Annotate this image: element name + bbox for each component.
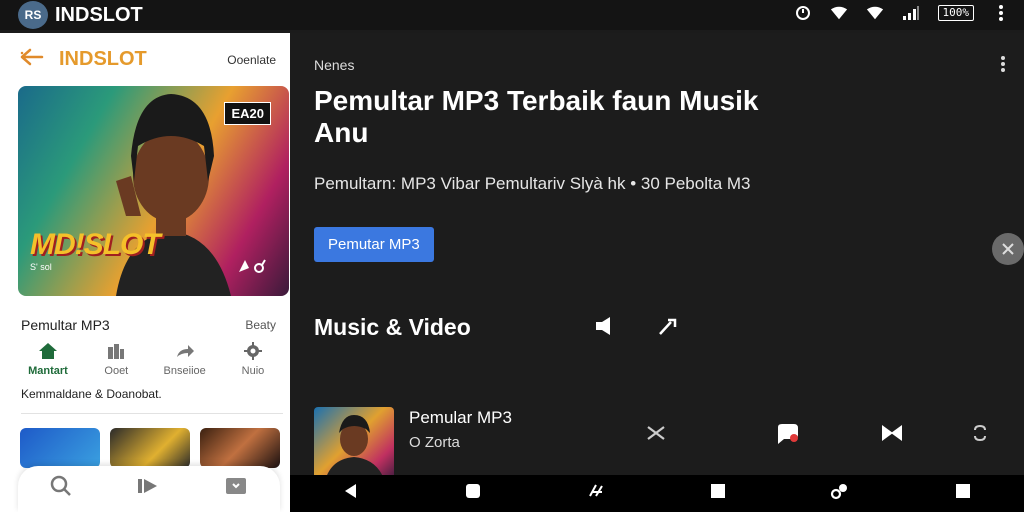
nav-label: Nuio bbox=[241, 365, 265, 377]
section-title: Pemultar MP3 bbox=[21, 317, 110, 333]
app-logo: RS bbox=[18, 1, 48, 29]
left-nav: Mantart Ooet Bnseiioe Nuio bbox=[18, 341, 283, 389]
category-label: Nenes bbox=[314, 57, 355, 73]
thumbnail-row bbox=[20, 428, 282, 468]
assistant-icon[interactable] bbox=[586, 482, 606, 505]
more-vert-icon[interactable] bbox=[1000, 55, 1006, 78]
wifi-icon bbox=[866, 4, 884, 22]
nav-item-share[interactable]: Bnseiioe bbox=[155, 341, 215, 389]
share-arrow-icon bbox=[155, 341, 215, 363]
header-action-link[interactable]: Ooenlate bbox=[227, 53, 276, 67]
gear-icon bbox=[223, 341, 283, 363]
more-vert-icon[interactable] bbox=[992, 4, 1010, 22]
search-icon[interactable] bbox=[50, 475, 72, 503]
volume-icon[interactable] bbox=[594, 316, 616, 342]
now-playing-artwork[interactable] bbox=[314, 407, 394, 485]
left-caption: Kemmaldane & Doanobat. bbox=[21, 387, 162, 401]
close-icon[interactable] bbox=[992, 233, 1024, 265]
share-icon[interactable] bbox=[237, 258, 267, 279]
square-icon[interactable] bbox=[953, 482, 973, 505]
page-description: Pemultarn: MP3 Vibar Pemultariv Slyà hk … bbox=[314, 174, 751, 193]
divider bbox=[21, 413, 283, 414]
signal-icon bbox=[902, 4, 920, 22]
left-bottom-bar bbox=[18, 466, 280, 512]
nav-item-library[interactable]: Ooet bbox=[86, 341, 146, 389]
left-header: INDSLOT Ooenlate bbox=[0, 33, 290, 83]
link-icon[interactable] bbox=[830, 482, 850, 505]
back-icon[interactable] bbox=[341, 482, 361, 505]
wifi-icon bbox=[830, 4, 848, 22]
section-title: Music & Video bbox=[314, 314, 471, 340]
battery-icon: 100% bbox=[937, 5, 974, 21]
edit-icon[interactable] bbox=[657, 316, 679, 342]
shuffle-icon[interactable] bbox=[645, 423, 667, 449]
status-icons: 100% bbox=[794, 4, 1011, 22]
thumbnail[interactable] bbox=[200, 428, 280, 468]
right-panel: Nenes Pemultar MP3 Terbaik faun Musik An… bbox=[290, 33, 1024, 485]
play-next-icon[interactable] bbox=[135, 475, 161, 503]
page-title: Pemultar MP3 Terbaik faun Musik Anu bbox=[314, 85, 759, 148]
repeat-icon[interactable] bbox=[970, 423, 990, 449]
home-icon bbox=[18, 341, 78, 363]
hero-logo: MD!SLOT bbox=[30, 228, 161, 261]
nav-label: Mantart bbox=[28, 365, 68, 377]
section-link[interactable]: Beaty bbox=[245, 318, 276, 332]
left-brand-title: INDSLOT bbox=[59, 48, 147, 70]
now-playing-title: Pemular MP3 bbox=[409, 408, 512, 427]
status-bar: RS INDSLOT 100% bbox=[0, 0, 1024, 30]
home-button-icon[interactable] bbox=[463, 482, 483, 505]
thumbnail[interactable] bbox=[110, 428, 190, 468]
chat-icon[interactable] bbox=[774, 423, 800, 451]
status-app-name: INDSLOT bbox=[55, 4, 143, 26]
thumbnail[interactable] bbox=[20, 428, 100, 468]
hero-banner[interactable]: EA20 MD!SLOT S' sol bbox=[18, 86, 289, 296]
nav-item-settings[interactable]: Nuio bbox=[223, 341, 283, 389]
books-icon bbox=[86, 341, 146, 363]
nav-label: Ooet bbox=[104, 365, 129, 377]
back-arrow-icon[interactable] bbox=[20, 47, 46, 71]
artist-image bbox=[324, 415, 386, 485]
hero-caption: S' sol bbox=[30, 262, 52, 272]
recents-icon[interactable] bbox=[708, 482, 728, 505]
nav-label: Bnseiioe bbox=[163, 365, 206, 377]
system-nav-bar bbox=[290, 475, 1024, 512]
hero-badge: EA20 bbox=[224, 102, 271, 125]
primary-button[interactable]: Pemutar MP3 bbox=[314, 227, 434, 262]
nav-item-home[interactable]: Mantart bbox=[18, 341, 78, 389]
library-icon[interactable] bbox=[224, 475, 248, 503]
skip-next-icon[interactable] bbox=[880, 423, 904, 449]
alarm-icon bbox=[794, 4, 812, 22]
left-panel: INDSLOT Ooenlate EA20 MD!SLOT S' sol Pem… bbox=[0, 33, 290, 512]
now-playing-subtitle: O Zorta bbox=[409, 434, 460, 451]
app-logo-text: RS bbox=[24, 8, 42, 22]
